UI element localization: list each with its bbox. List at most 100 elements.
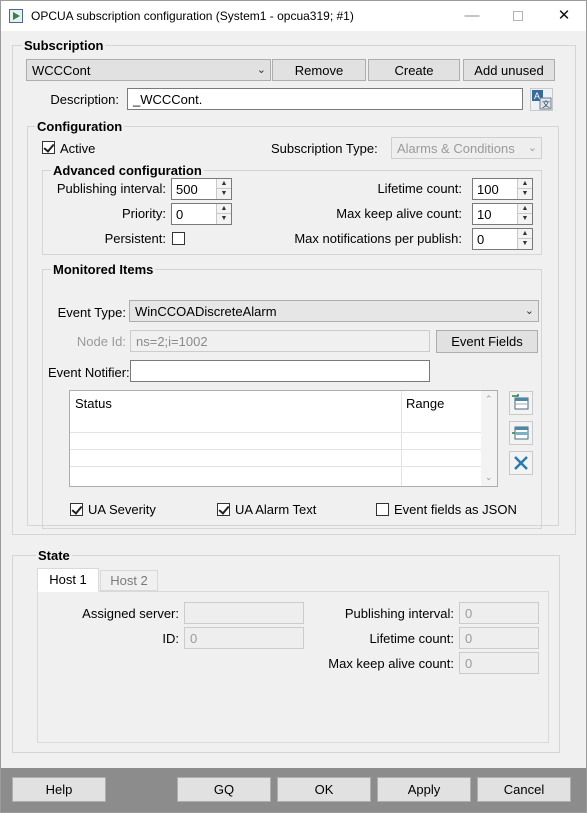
active-checkbox[interactable] bbox=[42, 141, 55, 154]
event-type-select[interactable]: WinCCOADiscreteAlarm ⌄ bbox=[129, 300, 539, 322]
subscription-type-select[interactable]: Alarms & Conditions ⌄ bbox=[391, 137, 542, 159]
lifetime-count-spinbox[interactable]: 100 ▲ ▼ bbox=[472, 178, 533, 200]
table-row[interactable] bbox=[70, 450, 482, 467]
subscription-type-label: Subscription Type: bbox=[271, 141, 378, 156]
spin-up-icon[interactable]: ▲ bbox=[518, 229, 532, 239]
spin-down-icon[interactable]: ▼ bbox=[518, 239, 532, 249]
monitored-items-table[interactable]: Status Range ⌃ ⌄ bbox=[69, 390, 498, 487]
priority-spinbox[interactable]: 0 ▲ ▼ bbox=[171, 203, 232, 225]
spin-down-icon[interactable]: ▼ bbox=[518, 189, 532, 199]
spin-up-icon[interactable]: ▲ bbox=[217, 204, 231, 214]
remove-button[interactable]: Remove bbox=[272, 59, 366, 81]
delete-row-button[interactable] bbox=[509, 451, 533, 475]
scroll-up-icon[interactable]: ⌃ bbox=[485, 394, 493, 405]
event-notifier-input[interactable] bbox=[130, 360, 430, 382]
svg-text:A: A bbox=[534, 91, 540, 101]
event-type-label: Event Type: bbox=[57, 305, 126, 320]
state-lifetime-count-label: Lifetime count: bbox=[369, 631, 454, 646]
add-row-button[interactable] bbox=[509, 391, 533, 415]
spin-down-icon[interactable]: ▼ bbox=[217, 214, 231, 224]
scroll-down-icon[interactable]: ⌄ bbox=[485, 472, 493, 483]
table-scrollbar[interactable]: ⌃ ⌄ bbox=[481, 391, 497, 486]
cancel-button[interactable]: Cancel bbox=[477, 777, 571, 802]
help-button[interactable]: Help bbox=[12, 777, 106, 802]
apply-button[interactable]: Apply bbox=[377, 777, 471, 802]
id-label: ID: bbox=[162, 631, 179, 646]
spin-up-icon[interactable]: ▲ bbox=[518, 179, 532, 189]
lifetime-count-value: 100 bbox=[477, 182, 499, 197]
chevron-down-icon: ⌄ bbox=[527, 142, 537, 154]
state-publishing-interval-label: Publishing interval: bbox=[344, 606, 454, 621]
node-id-label: Node Id: bbox=[76, 334, 126, 349]
ua-alarm-text-checkbox[interactable] bbox=[217, 503, 230, 516]
priority-label: Priority: bbox=[121, 206, 166, 221]
subscription-group-label: Subscription bbox=[22, 38, 106, 53]
max-keep-alive-label: Max keep alive count: bbox=[336, 206, 462, 221]
maximize-button[interactable] bbox=[495, 1, 541, 31]
max-keep-alive-value: 10 bbox=[477, 207, 492, 222]
state-group-label: State bbox=[36, 548, 72, 563]
event-fields-button[interactable]: Event Fields bbox=[436, 330, 538, 353]
window-title: OPCUA subscription configuration (System… bbox=[31, 9, 354, 23]
ua-alarm-text-label: UA Alarm Text bbox=[235, 502, 317, 517]
gq-button[interactable]: GQ bbox=[177, 777, 271, 802]
translate-button[interactable]: A 文 bbox=[530, 88, 553, 111]
spin-down-icon[interactable]: ▼ bbox=[518, 214, 532, 224]
translate-icon: A 文 bbox=[532, 90, 552, 110]
id-field: 0 bbox=[184, 627, 304, 649]
chevron-down-icon: ⌄ bbox=[524, 305, 534, 317]
svg-text:文: 文 bbox=[542, 99, 550, 109]
add-unused-button[interactable]: Add unused bbox=[463, 59, 555, 81]
subscription-select-value: WCCCont bbox=[32, 63, 91, 78]
state-max-keep-alive-label: Max keep alive count: bbox=[328, 656, 454, 671]
assigned-server-label: Assigned server: bbox=[82, 606, 179, 621]
description-input[interactable]: _WCCCont. bbox=[127, 88, 523, 110]
max-notifications-value: 0 bbox=[477, 232, 485, 247]
spin-up-icon[interactable]: ▲ bbox=[518, 204, 532, 214]
delete-icon bbox=[514, 456, 528, 470]
persistent-checkbox[interactable] bbox=[172, 232, 185, 245]
publishing-interval-spinbox[interactable]: 500 ▲ ▼ bbox=[171, 178, 232, 200]
table-row[interactable] bbox=[70, 467, 482, 484]
publishing-interval-value: 500 bbox=[176, 182, 198, 197]
lifetime-count-label: Lifetime count: bbox=[377, 181, 462, 196]
tab-host-1[interactable]: Host 1 bbox=[37, 568, 99, 592]
event-fields-json-checkbox[interactable] bbox=[376, 503, 389, 516]
state-lifetime-count-field: 0 bbox=[459, 627, 539, 649]
app-icon bbox=[9, 9, 23, 23]
publishing-interval-label: Publishing interval: bbox=[56, 181, 166, 196]
create-button[interactable]: Create bbox=[368, 59, 460, 81]
ok-button[interactable]: OK bbox=[277, 777, 371, 802]
ua-severity-label: UA Severity bbox=[88, 502, 156, 517]
table-row[interactable] bbox=[70, 433, 482, 450]
column-header-status[interactable]: Status bbox=[75, 396, 112, 411]
column-header-range[interactable]: Range bbox=[406, 396, 444, 411]
assigned-server-field bbox=[184, 602, 304, 624]
tab-host-2[interactable]: Host 2 bbox=[100, 570, 158, 591]
close-button[interactable]: ✕ bbox=[541, 1, 587, 31]
title-bar[interactable]: OPCUA subscription configuration (System… bbox=[1, 1, 586, 31]
monitored-items-label: Monitored Items bbox=[51, 262, 156, 277]
maximize-icon bbox=[513, 11, 523, 21]
ua-severity-checkbox[interactable] bbox=[70, 503, 83, 516]
state-max-keep-alive-field: 0 bbox=[459, 652, 539, 674]
table-header: Status Range bbox=[70, 391, 482, 433]
state-publishing-interval-field: 0 bbox=[459, 602, 539, 624]
persistent-label: Persistent: bbox=[104, 231, 166, 246]
node-id-input: ns=2;i=1002 bbox=[130, 330, 430, 352]
dialog-window: OPCUA subscription configuration (System… bbox=[0, 0, 587, 813]
event-notifier-label: Event Notifier: bbox=[48, 365, 130, 380]
description-label: Description: bbox=[50, 92, 119, 107]
subscription-select[interactable]: WCCCont ⌄ bbox=[26, 59, 271, 81]
insert-row-icon bbox=[512, 426, 529, 440]
spin-down-icon[interactable]: ▼ bbox=[217, 189, 231, 199]
max-notifications-spinbox[interactable]: 0 ▲ ▼ bbox=[472, 228, 533, 250]
subscription-type-value: Alarms & Conditions bbox=[397, 141, 515, 156]
priority-value: 0 bbox=[176, 207, 184, 222]
insert-row-button[interactable] bbox=[509, 421, 533, 445]
max-keep-alive-spinbox[interactable]: 10 ▲ ▼ bbox=[472, 203, 533, 225]
chevron-down-icon: ⌄ bbox=[256, 64, 266, 76]
spin-up-icon[interactable]: ▲ bbox=[217, 179, 231, 189]
minimize-button[interactable]: — bbox=[449, 1, 495, 31]
event-type-value: WinCCOADiscreteAlarm bbox=[135, 304, 277, 319]
